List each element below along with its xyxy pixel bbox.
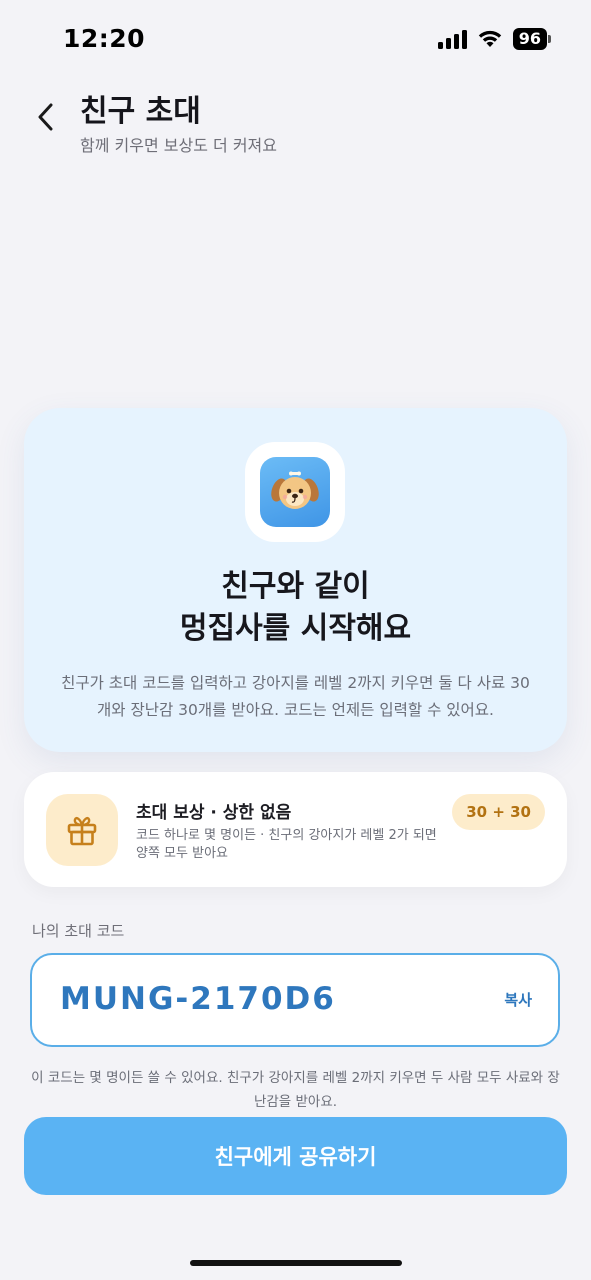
reward-description: 코드 하나로 몇 명이든 · 친구의 강아지가 레벨 2가 되면 양쪽 모두 받… — [136, 828, 437, 861]
puppy-app-icon — [260, 457, 330, 527]
wifi-icon — [478, 30, 501, 47]
copy-button[interactable]: 복사 — [504, 989, 532, 1010]
chevron-left-icon — [38, 103, 53, 131]
app-icon-frame — [245, 442, 345, 542]
hero-description: 친구가 초대 코드를 입력하고 강아지를 레벨 2까지 키우면 둘 다 사료 3… — [61, 674, 530, 719]
invite-code-note: 이 코드는 몇 명이든 쓸 수 있어요. 친구가 강아지를 레벨 2까지 키우면… — [31, 1070, 560, 1110]
hero-title-line2: 멍집사를 시작해요 — [179, 611, 412, 646]
reward-card: 초대 보상 · 상한 없음 코드 하나로 몇 명이든 · 친구의 강아지가 레벨… — [24, 772, 567, 887]
hero-title-line1: 친구와 같이 — [221, 569, 370, 604]
hero-card: 친구와 같이 멍집사를 시작해요 친구가 초대 코드를 입력하고 강아지를 레벨… — [24, 408, 567, 752]
hero-title: 친구와 같이 멍집사를 시작해요 — [24, 566, 567, 650]
home-indicator — [190, 1260, 402, 1266]
status-time: 12:20 — [63, 24, 146, 53]
page-title: 친구 초대 — [80, 94, 201, 129]
status-indicators: 96 — [437, 28, 551, 50]
reward-title: 초대 보상 · 상한 없음 — [136, 803, 292, 823]
share-to-friends-button[interactable]: 친구에게 공유하기 — [24, 1117, 567, 1195]
invite-code-box[interactable]: MUNG-2170D6 복사 — [30, 953, 560, 1047]
invite-friends-screen: 12:20 96 친구 초대 함께 키우면 보상도 더 커져요 친구와 같이 멍… — [0, 0, 591, 1280]
battery-icon: 96 — [512, 28, 551, 50]
gift-icon — [67, 816, 97, 846]
invite-code-value: MUNG-2170D6 — [60, 981, 336, 1017]
battery-level: 96 — [512, 28, 547, 50]
back-button[interactable] — [28, 100, 62, 134]
reward-icon-frame — [46, 794, 118, 866]
invite-code-label: 나의 초대 코드 — [32, 922, 125, 940]
reward-badge: 30 + 30 — [452, 794, 545, 830]
page-subtitle: 함께 키우면 보상도 더 커져요 — [80, 136, 277, 155]
puppy-face-icon — [271, 471, 319, 509]
cellular-signal-icon — [437, 29, 467, 49]
